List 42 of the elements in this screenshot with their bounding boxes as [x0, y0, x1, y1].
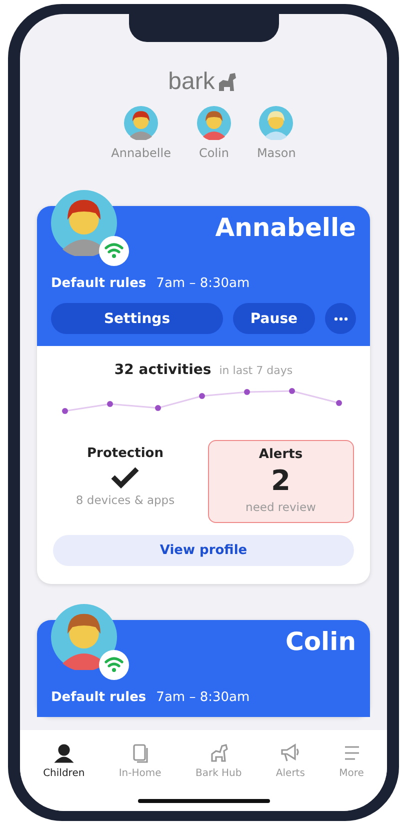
rules-time: 7am – 8:30am	[156, 276, 250, 291]
tab[interactable]: Bark Hub	[191, 742, 246, 779]
avatar-icon	[51, 604, 117, 670]
tab[interactable]: In-Home	[114, 742, 166, 779]
child-switcher[interactable]: Colin	[196, 106, 231, 160]
avatar-icon	[124, 106, 158, 140]
view-profile-button[interactable]: View profile	[53, 535, 354, 566]
alerts-detail: need review	[246, 500, 316, 514]
wifi-icon	[99, 650, 129, 680]
ellipsis-icon	[334, 316, 348, 320]
child-name: Annabelle	[215, 213, 356, 242]
avatar-icon	[51, 190, 117, 256]
protection-title: Protection	[87, 446, 164, 461]
wifi-icon	[99, 236, 129, 266]
rules-time: 7am – 8:30am	[156, 690, 250, 705]
protection-detail: 8 devices & apps	[76, 493, 175, 507]
logo-text: bark	[168, 68, 215, 96]
tab[interactable]: More	[335, 742, 368, 779]
more-button[interactable]	[325, 303, 356, 334]
child-name: Colin	[198, 146, 229, 160]
tab[interactable]: Children	[39, 742, 89, 779]
tab[interactable]: Alerts	[272, 742, 309, 779]
person-icon	[52, 742, 75, 764]
checkmark-icon	[110, 465, 140, 489]
activities-count: 32 activities	[114, 362, 212, 378]
child-name: Mason	[256, 146, 296, 160]
dog-icon	[216, 72, 239, 92]
alerts-title: Alerts	[258, 447, 303, 462]
alerts-panel[interactable]: Alerts 2 need review	[208, 440, 354, 523]
rules-label: Default rules	[51, 690, 146, 705]
activities-period: in last 7 days	[219, 364, 293, 377]
alerts-count: 2	[271, 466, 290, 496]
avatar-icon	[259, 106, 294, 140]
child-name: Colin	[286, 627, 356, 656]
pause-button[interactable]: Pause	[233, 303, 315, 334]
settings-button[interactable]: Settings	[51, 303, 223, 334]
megaphone-icon	[279, 742, 302, 764]
child-switcher[interactable]: Annabelle	[111, 106, 171, 160]
rules-label: Default rules	[51, 276, 146, 291]
child-switcher[interactable]: Mason	[256, 106, 296, 160]
avatar-icon	[196, 106, 231, 140]
child-name: Annabelle	[111, 146, 171, 160]
